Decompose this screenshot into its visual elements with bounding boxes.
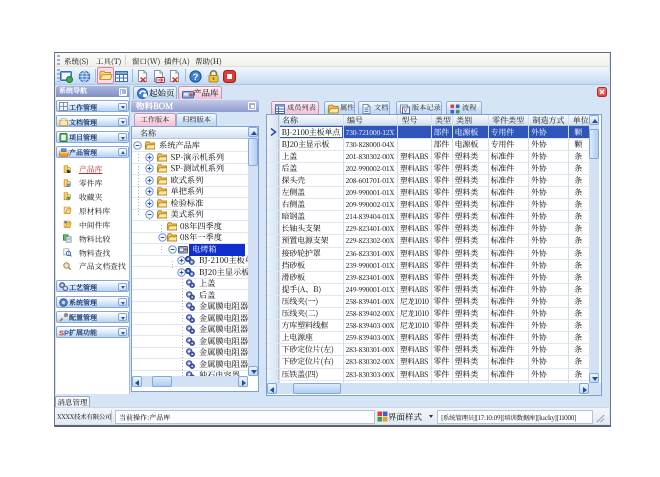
svg-text:?: ?	[193, 72, 199, 83]
svg-text:V: V	[404, 108, 408, 114]
